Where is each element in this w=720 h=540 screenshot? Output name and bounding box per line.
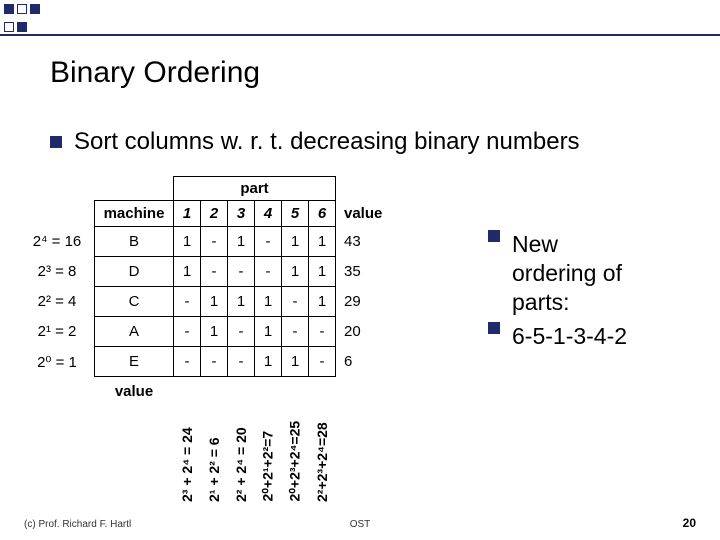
bullet-icon xyxy=(50,136,62,148)
cell: 1 xyxy=(228,227,255,257)
cell: 1 xyxy=(309,287,336,317)
corner-decoration-2 xyxy=(0,18,27,32)
cell: - xyxy=(282,287,309,317)
cell: 1 xyxy=(228,287,255,317)
col-value: 2² + 2⁴ = 20 xyxy=(233,476,249,502)
row-weight: 2⁰ = 1 xyxy=(20,347,95,377)
part-col-6: 6 xyxy=(309,201,336,227)
table-row: 2⁴ = 16 B 1 - 1 - 1 1 43 xyxy=(20,227,396,257)
side-text: New xyxy=(512,231,558,257)
cell: 1 xyxy=(174,227,201,257)
cell: - xyxy=(228,317,255,347)
cell: - xyxy=(201,257,228,287)
col-value: 2²+2³+2⁴=28 xyxy=(314,476,330,502)
header-rule xyxy=(0,34,720,36)
machine-cell: D xyxy=(95,257,174,287)
bullet-icon xyxy=(488,230,500,242)
part-header: part xyxy=(174,177,336,201)
cell: 1 xyxy=(201,287,228,317)
col-value: 2³ + 2⁴ = 24 xyxy=(179,476,195,502)
row-value: 29 xyxy=(336,287,397,317)
cell: - xyxy=(174,317,201,347)
col-value-label: value xyxy=(95,377,174,498)
slide-subtitle: Sort columns w. r. t. decreasing binary … xyxy=(50,128,700,156)
col-value: 2⁰+2¹+2²=7 xyxy=(259,476,276,502)
subtitle-text: Sort columns w. r. t. decreasing binary … xyxy=(74,128,580,155)
row-value: 43 xyxy=(336,227,397,257)
cell: - xyxy=(228,347,255,377)
footer-center: OST xyxy=(0,519,720,530)
cell: 1 xyxy=(255,287,282,317)
side-notes: New ordering of parts: 6-5-1-3-4-2 xyxy=(488,230,708,351)
cell: 1 xyxy=(255,347,282,377)
part-col-3: 3 xyxy=(228,201,255,227)
cell: - xyxy=(309,347,336,377)
cell: - xyxy=(174,287,201,317)
bullet-icon xyxy=(488,322,500,334)
cell: 1 xyxy=(282,257,309,287)
cell: - xyxy=(174,347,201,377)
cell: - xyxy=(255,227,282,257)
machine-cell: B xyxy=(95,227,174,257)
table-row: 2⁰ = 1 E - - - 1 1 - 6 xyxy=(20,347,396,377)
col-value: 2¹ + 2² = 6 xyxy=(206,476,222,502)
row-weight: 2² = 4 xyxy=(20,287,95,317)
part-col-5: 5 xyxy=(282,201,309,227)
row-weight: 2¹ = 2 xyxy=(20,317,95,347)
machine-cell: E xyxy=(95,347,174,377)
cell: - xyxy=(201,347,228,377)
cell: - xyxy=(309,317,336,347)
cell: 1 xyxy=(255,317,282,347)
machine-cell: A xyxy=(95,317,174,347)
corner-decoration xyxy=(0,0,40,14)
cell: - xyxy=(201,227,228,257)
ordering-table: part machine 1 2 3 4 5 6 value 2⁴ = 16 B… xyxy=(20,176,396,497)
row-value: 20 xyxy=(336,317,397,347)
footer-page-number: 20 xyxy=(683,516,696,530)
part-col-1: 1 xyxy=(174,201,201,227)
table-row: 2³ = 8 D 1 - - - 1 1 35 xyxy=(20,257,396,287)
cell: 1 xyxy=(174,257,201,287)
row-weight: 2³ = 8 xyxy=(20,257,95,287)
col-value: 2⁰+2³+2⁴=25 xyxy=(286,476,303,502)
slide-title: Binary Ordering xyxy=(50,56,260,90)
side-text: 6-5-1-3-4-2 xyxy=(512,322,627,351)
column-values-row: value 2³ + 2⁴ = 24 2¹ + 2² = 6 2² + 2⁴ =… xyxy=(20,377,396,498)
cell: - xyxy=(255,257,282,287)
side-text: parts: xyxy=(512,289,570,315)
side-text: ordering of xyxy=(512,260,622,286)
cell: 1 xyxy=(309,257,336,287)
table-row: 2¹ = 2 A - 1 - 1 - - 20 xyxy=(20,317,396,347)
cell: 1 xyxy=(282,347,309,377)
machine-header: machine xyxy=(95,201,174,227)
row-weight: 2⁴ = 16 xyxy=(20,227,95,257)
cell: - xyxy=(228,257,255,287)
cell: 1 xyxy=(282,227,309,257)
cell: - xyxy=(282,317,309,347)
machine-cell: C xyxy=(95,287,174,317)
cell: 1 xyxy=(201,317,228,347)
table-row: 2² = 4 C - 1 1 1 - 1 29 xyxy=(20,287,396,317)
part-col-4: 4 xyxy=(255,201,282,227)
part-col-2: 2 xyxy=(201,201,228,227)
cell: 1 xyxy=(309,227,336,257)
row-value: 6 xyxy=(336,347,397,377)
row-value: 35 xyxy=(336,257,397,287)
value-header: value xyxy=(336,201,397,227)
